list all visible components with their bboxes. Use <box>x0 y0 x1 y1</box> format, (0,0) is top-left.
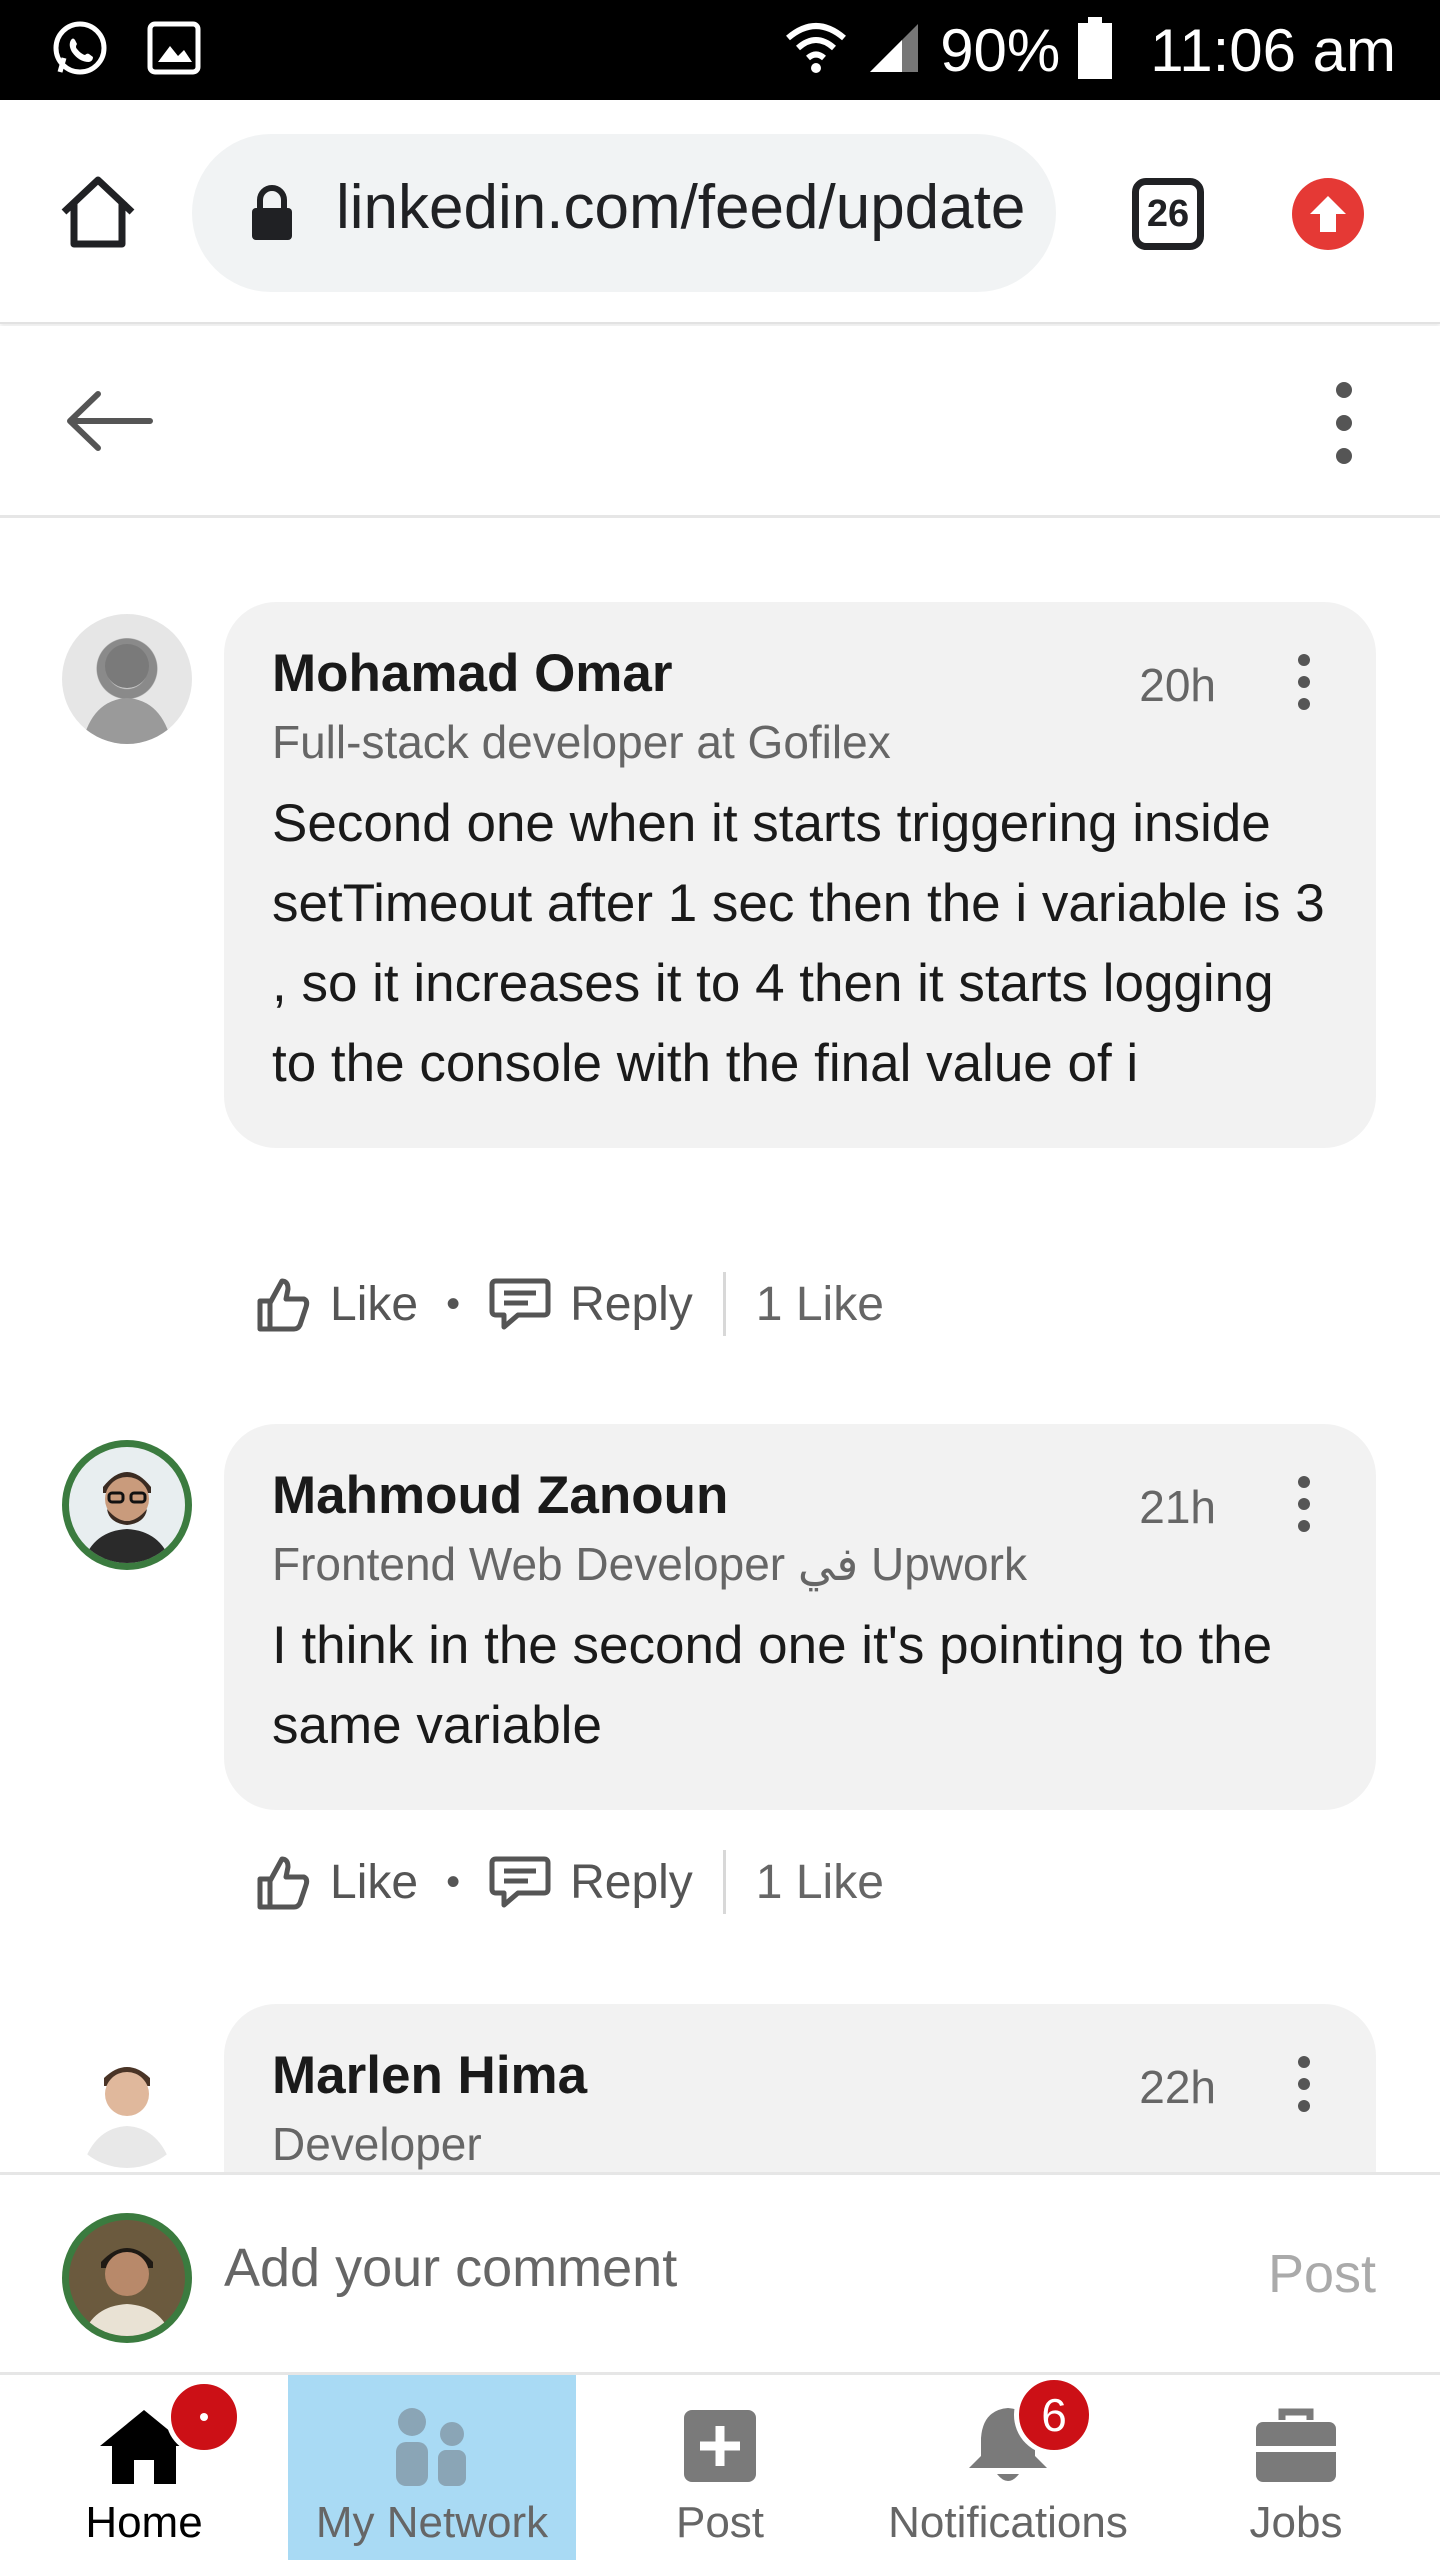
nav-label: Jobs <box>1249 2498 1343 2547</box>
wifi-icon <box>784 18 848 83</box>
network-icon <box>384 2401 480 2491</box>
back-arrow-icon <box>67 391 153 451</box>
nav-label: Notifications <box>888 2498 1128 2547</box>
reply-bubble-icon <box>489 1856 551 1908</box>
comment-actions: Like • Reply 1 Like <box>254 1842 884 1922</box>
comments-list: Mohamad Omar Full-stack developer at Gof… <box>0 520 1440 2172</box>
nav-label: Home <box>85 2498 203 2547</box>
avatar[interactable] <box>62 614 192 744</box>
comment-input[interactable]: Add your comment <box>224 2237 677 2299</box>
thumbs-up-icon <box>257 1278 310 1332</box>
more-vertical-icon <box>1298 1476 1310 1532</box>
like-button[interactable]: Like <box>254 1275 418 1333</box>
more-vertical-icon <box>1298 2056 1310 2112</box>
like-label: Like <box>330 1277 419 1331</box>
browser-toolbar: linkedin.com/feed/update 26 <box>0 100 1440 324</box>
comment-timestamp: 21h <box>1139 1481 1216 1533</box>
comment-bubble: Marlen Hima Developer 22h <box>224 2004 1376 2172</box>
gallery-icon <box>146 20 202 81</box>
nav-notifications[interactable]: 6 Notifications <box>864 2375 1152 2560</box>
arrow-up-icon <box>1310 196 1346 232</box>
comment-more-button[interactable] <box>1294 2054 1314 2114</box>
avatar[interactable] <box>62 2038 192 2168</box>
thumbs-up-icon <box>257 1856 310 1910</box>
comment-more-button[interactable] <box>1294 652 1314 712</box>
separator-dot: • <box>446 1281 461 1326</box>
reply-bubble-icon <box>489 1278 551 1330</box>
comment-actions: Like • Reply 1 Like <box>254 1264 884 1344</box>
divider <box>722 1850 726 1914</box>
comment-more-button[interactable] <box>1294 1474 1314 1534</box>
nav-my-network[interactable]: My Network <box>288 2375 576 2560</box>
comment-composer: Add your comment Post <box>0 2172 1440 2372</box>
bottom-navigation: Home My Network Post 6 Notifications Job… <box>0 2372 1440 2560</box>
status-bar: 90% 11:06 am <box>0 0 1440 100</box>
signal-icon <box>866 20 922 81</box>
nav-label: Post <box>675 2498 765 2547</box>
comment-timestamp: 20h <box>1139 659 1216 711</box>
reply-button[interactable]: Reply <box>488 1275 693 1333</box>
like-button[interactable]: Like <box>254 1853 418 1911</box>
battery-percent: 90% <box>940 16 1061 84</box>
reply-button[interactable]: Reply <box>488 1853 693 1911</box>
comment-bubble: Mohamad Omar Full-stack developer at Gof… <box>224 602 1376 1148</box>
home-badge-dot <box>166 2379 242 2455</box>
url-text: linkedin.com/feed/update <box>336 173 1026 242</box>
briefcase-icon <box>1248 2401 1344 2491</box>
like-count[interactable]: 1 Like <box>756 1855 884 1910</box>
post-icon <box>672 2401 768 2491</box>
reply-label: Reply <box>570 1855 693 1909</box>
more-vertical-icon <box>1336 382 1352 464</box>
comment-text: Second one when it starts triggering ins… <box>272 794 1325 1093</box>
separator-dot: • <box>446 1859 461 1904</box>
comment-author-headline: Frontend Web Developer في Upwork <box>272 1538 1027 1590</box>
address-bar[interactable]: linkedin.com/feed/update <box>192 134 1056 292</box>
home-outline-icon <box>61 176 135 248</box>
notifications-badge: 6 <box>1014 2375 1094 2455</box>
nav-jobs[interactable]: Jobs <box>1152 2375 1440 2560</box>
nav-label: My Network <box>315 2498 549 2547</box>
whatsapp-icon <box>50 18 110 83</box>
battery-icon <box>1078 16 1113 84</box>
lock-icon <box>250 184 294 247</box>
more-vertical-icon <box>1298 654 1310 710</box>
reply-label: Reply <box>570 1277 693 1331</box>
post-comment-button[interactable]: Post <box>1268 2243 1376 2305</box>
back-button[interactable] <box>64 386 156 456</box>
like-count[interactable]: 1 Like <box>756 1277 884 1332</box>
app-header <box>0 326 1440 518</box>
comment-author-headline: Full-stack developer at Gofilex <box>272 716 891 768</box>
tab-switcher-button[interactable]: 26 <box>1132 178 1204 250</box>
comment-author-headline: Developer <box>272 2118 482 2170</box>
browser-update-button[interactable] <box>1292 178 1364 250</box>
header-more-button[interactable] <box>1322 378 1366 468</box>
comment-text: I think in the second one it's pointing … <box>272 1616 1273 1755</box>
comment-bubble: Mahmoud Zanoun Frontend Web Developer في… <box>224 1424 1376 1810</box>
nav-home[interactable]: Home <box>0 2375 288 2560</box>
like-label: Like <box>330 1855 419 1909</box>
clock: 11:06 am <box>1150 16 1396 84</box>
my-avatar <box>62 2213 192 2343</box>
nav-post[interactable]: Post <box>576 2375 864 2560</box>
avatar[interactable] <box>62 1440 192 1570</box>
browser-home-button[interactable] <box>56 170 140 254</box>
comment-timestamp: 22h <box>1139 2061 1216 2113</box>
divider <box>722 1272 726 1336</box>
